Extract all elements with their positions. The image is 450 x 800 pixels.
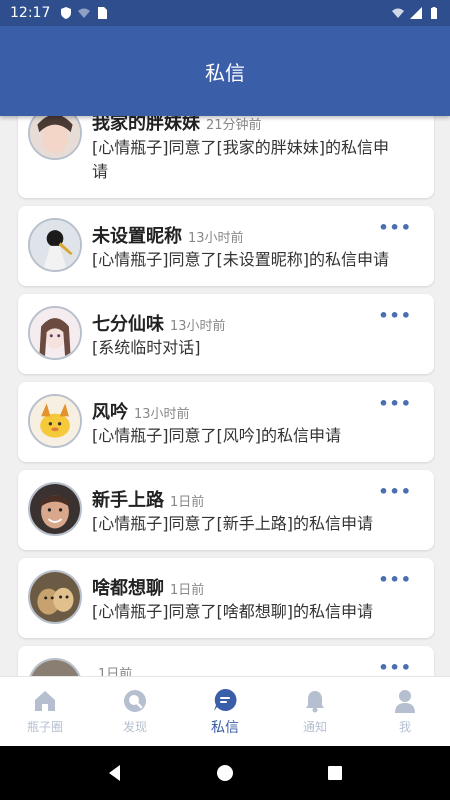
status-time: 12:17 <box>10 5 51 21</box>
contact-name: 1日前 <box>92 662 132 676</box>
message-time: 1日前 <box>98 667 133 676</box>
message-time: 13小时前 <box>188 231 244 246</box>
message-preview: [心情瓶子]同意了[新手上路]的私信申请 <box>92 514 373 533</box>
contact-name-text: 风吟 <box>92 402 128 423</box>
message-time: 13小时前 <box>170 319 226 334</box>
contact-name-text: 我家的胖妹妹 <box>92 116 200 134</box>
avatar[interactable] <box>28 306 82 360</box>
message-preview: [系统临时对话] <box>92 338 201 357</box>
contact-name-text: 七分仙味 <box>92 314 164 335</box>
list-item[interactable]: 啥都想聊 1日前 ••• [心情瓶子]同意了[啥都想聊]的私信申请 <box>18 558 434 638</box>
message-list[interactable]: 我家的胖妹妹 21分钟前 [心情瓶子]同意了[我家的胖妹妹]的私信申请 未设置昵称… <box>0 116 450 676</box>
avatar[interactable] <box>28 116 82 160</box>
bell-icon <box>306 691 324 713</box>
more-options-icon[interactable]: ••• <box>378 658 412 676</box>
chat-icon <box>214 688 237 711</box>
message-preview: [心情瓶子]同意了[我家的胖妹妹]的私信申请 <box>92 138 389 181</box>
more-options-icon[interactable]: ••• <box>378 306 412 325</box>
shield-icon <box>61 7 72 19</box>
sim-card-icon <box>98 7 108 19</box>
message-time: 1日前 <box>170 583 205 598</box>
contact-name: 未设置昵称 13小时前 <box>92 222 244 248</box>
contact-name-text: 新手上路 <box>92 490 164 511</box>
home-icon <box>35 691 55 711</box>
nav-label: 通知 <box>302 720 327 734</box>
list-item[interactable]: 新手上路 1日前 ••• [心情瓶子]同意了[新手上路]的私信申请 <box>18 470 434 550</box>
contact-name: 风吟 13小时前 <box>92 398 190 424</box>
more-options-icon[interactable]: ••• <box>378 394 412 413</box>
person-icon <box>395 690 415 713</box>
message-time: 21分钟前 <box>206 118 262 133</box>
message-time: 13小时前 <box>134 407 190 422</box>
battery-icon <box>431 7 437 19</box>
list-item[interactable]: 未设置昵称 13小时前 ••• [心情瓶子]同意了[未设置昵称]的私信申请 <box>18 206 434 286</box>
discover-icon <box>124 690 146 712</box>
message-time: 1日前 <box>170 495 205 510</box>
nav-item-messages[interactable]: 私信 <box>180 677 270 746</box>
recents-icon[interactable] <box>326 764 344 782</box>
status-bar: 12:17 <box>0 0 450 26</box>
back-icon[interactable] <box>106 764 124 782</box>
avatar[interactable] <box>28 394 82 448</box>
page-title: 私信 <box>205 62 245 85</box>
list-item[interactable]: 我家的胖妹妹 21分钟前 [心情瓶子]同意了[我家的胖妹妹]的私信申请 <box>18 116 434 198</box>
nav-label: 我 <box>398 720 411 734</box>
system-nav-bar <box>0 746 450 800</box>
nav-item-notifications[interactable]: 通知 <box>270 677 360 746</box>
avatar[interactable] <box>28 218 82 272</box>
contact-name-text: 未设置昵称 <box>92 226 182 247</box>
list-item[interactable]: 七分仙味 13小时前 ••• [系统临时对话] <box>18 294 434 374</box>
signal-icon <box>410 7 422 19</box>
nav-label: 瓶子圈 <box>26 720 63 734</box>
avatar[interactable] <box>28 482 82 536</box>
nav-label: 私信 <box>211 719 239 736</box>
nav-item-me[interactable]: 我 <box>360 677 450 746</box>
message-preview: [心情瓶子]同意了[风吟]的私信申请 <box>92 426 341 445</box>
more-options-icon[interactable]: ••• <box>378 218 412 237</box>
list-item[interactable]: 风吟 13小时前 ••• [心情瓶子]同意了[风吟]的私信申请 <box>18 382 434 462</box>
more-options-icon[interactable]: ••• <box>378 570 412 589</box>
avatar[interactable] <box>28 658 82 676</box>
nav-item-discover[interactable]: 发现 <box>90 677 180 746</box>
contact-name: 我家的胖妹妹 21分钟前 <box>92 116 262 135</box>
avatar[interactable] <box>28 570 82 624</box>
wifi-icon <box>392 8 404 18</box>
contact-name: 啥都想聊 1日前 <box>92 574 204 600</box>
home-circle-icon[interactable] <box>216 764 234 782</box>
message-preview: [心情瓶子]同意了[啥都想聊]的私信申请 <box>92 602 373 621</box>
bottom-nav: 瓶子圈 发现 私信 通知 我 <box>0 676 450 746</box>
message-preview: [心情瓶子]同意了[未设置昵称]的私信申请 <box>92 250 389 269</box>
nav-item-bottle-circle[interactable]: 瓶子圈 <box>0 677 90 746</box>
more-options-icon[interactable]: ••• <box>378 482 412 501</box>
list-item[interactable]: 1日前 ••• <box>18 646 434 676</box>
wifi-off-icon <box>78 8 91 18</box>
contact-name-text: 啥都想聊 <box>92 578 164 599</box>
app-bar: 私信 <box>0 26 450 116</box>
nav-label: 发现 <box>122 720 147 734</box>
contact-name: 七分仙味 13小时前 <box>92 310 226 336</box>
contact-name: 新手上路 1日前 <box>92 486 204 512</box>
